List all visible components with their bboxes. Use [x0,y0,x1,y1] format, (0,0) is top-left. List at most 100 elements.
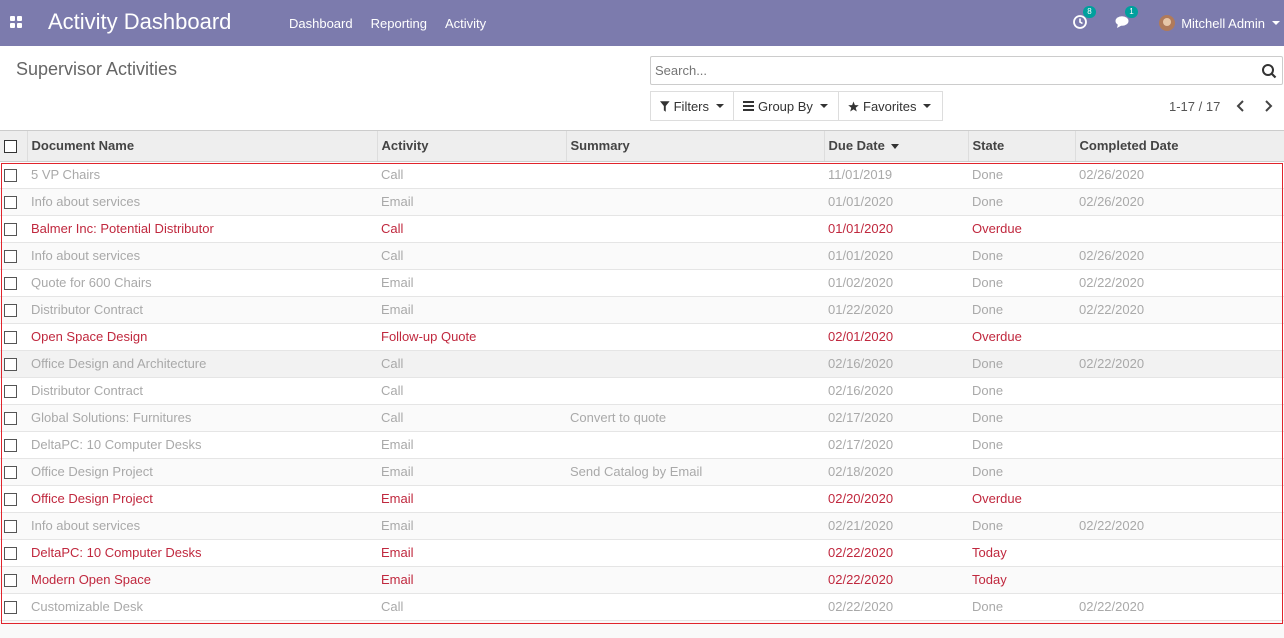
column-header-due-date[interactable]: Due Date [824,131,969,162]
column-header-completed-date[interactable]: Completed Date [1075,131,1284,162]
table-row[interactable]: Quote for 600 Chairs Email 01/02/2020 Done 0… [0,269,1284,297]
row-checkbox[interactable] [4,520,17,534]
row-checkbox[interactable] [4,223,17,237]
table-row[interactable]: Distributor Contract Email 01/22/2020 Done 0… [0,296,1284,324]
table-row[interactable]: Office Design Project Email 02/20/2020 Over… [0,485,1284,513]
state-cell: Done [968,593,1075,621]
activity-cell: Email [377,485,566,513]
filters-button[interactable]: Filters [650,91,734,121]
row-checkbox[interactable] [4,412,17,426]
activity-cell: Call [377,404,566,432]
row-checkbox[interactable] [4,169,17,183]
table-row[interactable]: Office Design Project Email Send Catalog b… [0,458,1284,486]
completed-date-cell [1075,404,1284,432]
chevron-right-icon[interactable] [1260,98,1276,114]
completed-date-cell: 02/26/2020 [1075,161,1284,189]
summary-cell [566,593,824,621]
activity-cell: Email [377,269,566,297]
select-all-checkbox[interactable] [4,140,17,154]
table-row[interactable]: Open Space Design Follow-up Quote 02/01/20… [0,323,1284,351]
chevron-down-icon [716,104,724,108]
row-checkbox[interactable] [4,493,17,507]
row-checkbox[interactable] [4,574,17,588]
table-row[interactable]: Balmer Inc: Potential Distributor Call 01/… [0,215,1284,243]
messages-systray-button[interactable]: 1 [1115,5,1138,32]
row-checkbox[interactable] [4,385,17,399]
table-row[interactable]: Info about services Email 02/21/2020 Done 02… [0,512,1284,540]
chevron-left-icon[interactable] [1233,98,1249,114]
document-name-cell: Info about services [27,188,377,216]
document-name-cell: Global Solutions: Furnitures [27,404,377,432]
state-cell: Overdue [968,485,1075,513]
row-checkbox[interactable] [4,277,17,291]
chevron-down-icon [1272,21,1280,25]
row-select-cell [0,431,27,459]
table-body: 5 VP Chairs Call 11/01/2019 Done 02/26/2020 I… [0,161,1284,621]
row-checkbox[interactable] [4,466,17,480]
completed-date-cell: 02/22/2020 [1075,269,1284,297]
search-icon[interactable] [1261,63,1277,79]
summary-cell [566,188,824,216]
menu-reporting[interactable]: Reporting [362,16,436,31]
completed-date-cell: 02/22/2020 [1075,296,1284,324]
row-checkbox[interactable] [4,304,17,318]
table-row[interactable]: Info about services Email 01/01/2020 Done 02… [0,188,1284,216]
due-date-cell: 01/01/2020 [824,188,968,216]
table-row[interactable]: Office Design and Architecture Call 02/16/… [0,350,1284,378]
menu-activity[interactable]: Activity [436,16,495,31]
activity-cell: Call [377,593,566,621]
summary-cell [566,323,824,351]
column-header-document-name[interactable]: Document Name [27,131,378,162]
completed-date-cell: 02/22/2020 [1075,512,1284,540]
favorites-button[interactable]: Favorites [838,91,943,121]
column-header-summary[interactable]: Summary [566,131,825,162]
table-row[interactable]: DeltaPC: 10 Computer Desks Email 02/22/202… [0,539,1284,567]
due-date-cell: 02/22/2020 [824,539,968,567]
row-checkbox[interactable] [4,439,17,453]
user-menu[interactable]: Mitchell Admin [1159,15,1280,31]
document-name-cell: Info about services [27,242,377,270]
activities-systray-button[interactable]: 8 [1073,5,1096,32]
state-cell: Done [968,350,1075,378]
summary-cell [566,242,824,270]
state-cell: Done [968,188,1075,216]
due-date-cell: 02/21/2020 [824,512,968,540]
apps-menu-icon[interactable] [10,16,23,29]
activity-cell: Email [377,512,566,540]
table-row[interactable]: Customizable Desk Call 02/22/2020 Done 02/22… [0,593,1284,621]
due-date-cell: 01/01/2020 [824,215,968,243]
menu-dashboard[interactable]: Dashboard [280,16,362,31]
table-row[interactable]: Distributor Contract Call 02/16/2020 Done [0,377,1284,405]
row-checkbox[interactable] [4,358,17,372]
search-input[interactable] [651,57,1241,84]
table-row[interactable]: 5 VP Chairs Call 11/01/2019 Done 02/26/2020 [0,161,1284,189]
document-name-cell: Info about services [27,512,377,540]
table-row[interactable]: Global Solutions: Furnitures Call Convert … [0,404,1284,432]
row-select-cell [0,269,27,297]
row-checkbox[interactable] [4,547,17,561]
table-row[interactable]: Info about services Call 01/01/2020 Done 02/… [0,242,1284,270]
activity-list-view: Document Name Activity Summary Due Date … [0,131,1284,621]
document-name-cell: Customizable Desk [27,593,377,621]
group-by-button[interactable]: Group By [733,91,839,121]
activity-table: Document Name Activity Summary Due Date … [0,131,1284,621]
state-cell: Done [968,404,1075,432]
row-select-cell [0,377,27,405]
row-checkbox[interactable] [4,331,17,345]
sort-desc-icon [890,144,899,150]
summary-cell [566,485,824,513]
column-header-state[interactable]: State [968,131,1076,162]
pager-value[interactable]: 1-17 / 17 [1169,99,1220,114]
activity-cell: Call [377,377,566,405]
row-checkbox[interactable] [4,601,17,615]
row-checkbox[interactable] [4,196,17,210]
table-row[interactable]: DeltaPC: 10 Computer Desks Email 02/17/202… [0,431,1284,459]
document-name-cell: DeltaPC: 10 Computer Desks [27,539,377,567]
summary-cell [566,512,824,540]
row-checkbox[interactable] [4,250,17,264]
completed-date-cell: 02/26/2020 [1075,242,1284,270]
column-header-activity[interactable]: Activity [377,131,567,162]
select-all-cell [0,131,28,162]
table-row[interactable]: Modern Open Space Email 02/22/2020 Today [0,566,1284,594]
state-cell: Done [968,458,1075,486]
